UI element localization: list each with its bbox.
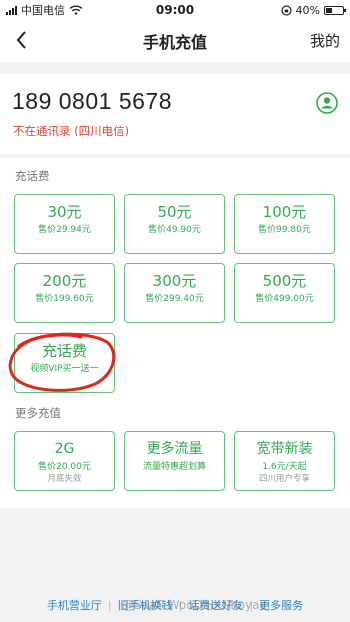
watermark: @SaaS WooDaoU/Koyaei: [122, 598, 271, 612]
section-label-more: 更多充值: [15, 406, 61, 420]
fee-card-300[interactable]: 300元 售价299.40元: [124, 263, 225, 323]
status-left: 中国电信: [6, 2, 126, 18]
fee-card-500[interactable]: 500元 售价499.00元: [234, 263, 335, 323]
phone-note: 不在通讯录 (四川电信): [13, 124, 130, 138]
fee-amount: 30元: [47, 203, 82, 221]
fee-amount: 500元: [262, 272, 307, 290]
fee-amount: 300元: [152, 272, 197, 290]
footer-separator: |: [107, 598, 112, 612]
fee-card-50[interactable]: 50元 售价49.90元: [124, 194, 225, 254]
page-title: 手机充值: [142, 33, 207, 52]
fee-amount: 200元: [42, 272, 87, 290]
more-subtitle: 售价20.00元: [38, 462, 91, 472]
fee-price: 售价99.80元: [258, 225, 311, 235]
phone-number-input[interactable]: 189 0801 5678: [12, 88, 172, 115]
phone-panel: 189 0801 5678 不在通讯录 (四川电信): [0, 74, 350, 154]
battery-icon: [324, 5, 346, 15]
more-note: 四川用户专享: [258, 474, 310, 484]
fee-price: 售价49.90元: [148, 225, 201, 235]
signal-icon: [6, 5, 17, 15]
fee-price: 售价29.94元: [38, 225, 91, 235]
more-card-traffic[interactable]: 更多流量 流量特惠超划算: [124, 431, 225, 491]
fee-amount: 100元: [262, 203, 307, 221]
contact-icon[interactable]: [316, 92, 338, 114]
battery-level: [326, 7, 332, 13]
wifi-icon: [69, 5, 83, 15]
footer-link-hall[interactable]: 手机营业厅: [47, 597, 102, 613]
more-card-broadband[interactable]: 宽带新装 1.6元/天起 四川用户专享: [234, 431, 335, 491]
status-bar: 中国电信 09:00 40%: [0, 0, 350, 20]
more-title: 2G: [54, 441, 75, 457]
fee-card-30[interactable]: 30元 售价29.94元: [14, 194, 115, 254]
more-title: 宽带新装: [256, 441, 313, 457]
more-note: 月底失效: [47, 474, 82, 484]
status-right: 40%: [224, 3, 346, 17]
highlight-circle-annotation: [8, 332, 116, 392]
more-title: 更多流量: [146, 441, 203, 457]
fee-price: 售价499.00元: [255, 294, 314, 304]
rotation-lock-icon: [280, 4, 292, 16]
more-subtitle: 1.6元/天起: [262, 462, 307, 472]
battery-percent: 40%: [295, 3, 320, 17]
more-subtitle: 流量特惠超划算: [142, 462, 206, 472]
back-icon[interactable]: [10, 28, 34, 52]
fee-card-200[interactable]: 200元 售价199.60元: [14, 263, 115, 323]
carrier-name: 中国电信: [21, 4, 65, 17]
fee-price: 售价199.60元: [35, 294, 94, 304]
fee-price: 售价299.40元: [145, 294, 204, 304]
fee-amount: 50元: [157, 203, 192, 221]
section-label-fee: 充话费: [15, 169, 50, 183]
fee-card-100[interactable]: 100元 售价99.80元: [234, 194, 335, 254]
more-card-2g[interactable]: 2G 售价20.00元 月底失效: [14, 431, 115, 491]
nav-bar: 手机充值 我的: [0, 20, 350, 62]
my-button[interactable]: 我的: [310, 30, 340, 51]
status-time: 09:00: [155, 3, 195, 17]
